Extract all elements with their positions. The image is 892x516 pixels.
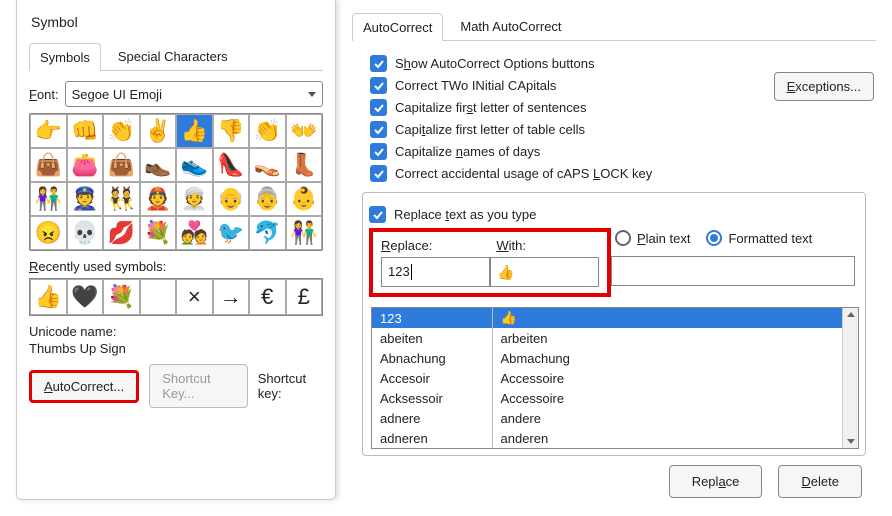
symbol-cell[interactable]: 👶: [286, 182, 323, 216]
checkbox-5[interactable]: [370, 165, 387, 182]
symbol-cell[interactable]: 💑: [176, 216, 213, 250]
symbol-cell[interactable]: 👞: [140, 148, 177, 182]
symbol-cell[interactable]: 👎: [213, 114, 250, 148]
check-label: Capitalize first letter of sentences: [395, 100, 586, 115]
tab-autocorrect[interactable]: AutoCorrect: [352, 13, 443, 41]
font-value: Segoe UI Emoji: [72, 87, 162, 102]
recent-cell[interactable]: [140, 279, 177, 315]
radio-plain-text[interactable]: [615, 230, 631, 246]
symbol-cell[interactable]: 👍: [176, 114, 213, 148]
symbol-cell[interactable]: 👲: [140, 182, 177, 216]
autocorrect-table[interactable]: 123👍abeitenarbeitenAbnachungAbmachungAcc…: [371, 307, 859, 449]
table-row[interactable]: AcksessoirAccessoire: [372, 388, 858, 408]
with-input[interactable]: 👍: [490, 257, 599, 287]
recent-cell[interactable]: £: [286, 279, 323, 315]
exceptions-button[interactable]: Exceptions...: [774, 72, 874, 101]
check-label: Correct TWo INitial CApitals: [395, 78, 556, 93]
symbol-cell[interactable]: 👊: [67, 114, 104, 148]
recent-cell[interactable]: →: [213, 279, 250, 315]
symbol-cell[interactable]: 👵: [249, 182, 286, 216]
symbol-cell[interactable]: 👟: [176, 148, 213, 182]
symbol-cell[interactable]: 👏: [249, 114, 286, 148]
checkbox-1[interactable]: [370, 77, 387, 94]
symbol-cell[interactable]: 👫: [286, 216, 323, 250]
symbol-cell[interactable]: 👢: [286, 148, 323, 182]
replace-input[interactable]: 123: [381, 257, 490, 287]
symbol-cell[interactable]: 👳: [176, 182, 213, 216]
check-label: Capitalize names of days: [395, 144, 540, 159]
symbol-cell[interactable]: 👐: [286, 114, 323, 148]
symbol-grid[interactable]: 👉👊👏✌👍👎👏👐👜👛👜👞👟👠👡👢👫👮👯👲👳👴👵👶😠💀💋💐💑🐦🐬👫: [29, 113, 323, 251]
table-row[interactable]: adnereandere: [372, 408, 858, 428]
symbol-cell[interactable]: 👡: [249, 148, 286, 182]
replace-label: Replace:: [381, 238, 432, 253]
table-row[interactable]: AccesoirAccessoire: [372, 368, 858, 388]
shortcut-key-label: Shortcut key:: [258, 371, 323, 401]
tab-symbols[interactable]: Symbols: [29, 43, 101, 71]
check-label: Correct accidental usage of cAPS LOCK ke…: [395, 166, 652, 181]
with-input-extended[interactable]: [611, 256, 855, 286]
shortcut-key-button[interactable]: Shortcut Key...: [149, 364, 248, 408]
checkbox-0[interactable]: [370, 55, 387, 72]
replace-with-highlight: Replace: With: 123 👍: [369, 228, 611, 297]
replace-text-label: Replace text as you type: [394, 207, 536, 222]
formatted-text-label: Formatted text: [728, 231, 812, 246]
scrollbar[interactable]: [842, 308, 858, 448]
delete-button[interactable]: Delete: [778, 465, 862, 498]
recent-cell[interactable]: ×: [176, 279, 213, 315]
with-label: With:: [496, 238, 526, 253]
replace-button[interactable]: Replace: [669, 465, 763, 498]
radio-formatted-text[interactable]: [706, 230, 722, 246]
unicode-name: Thumbs Up Sign: [29, 341, 323, 356]
symbol-cell[interactable]: ✌: [140, 114, 177, 148]
symbol-cell[interactable]: 👫: [30, 182, 67, 216]
font-select[interactable]: Segoe UI Emoji: [65, 81, 323, 107]
symbol-dialog: Symbol Symbols Special Characters Font: …: [16, 0, 336, 500]
symbol-cell[interactable]: 💋: [103, 216, 140, 250]
symbol-cell[interactable]: 👴: [213, 182, 250, 216]
recent-cell[interactable]: 👍: [30, 279, 67, 315]
checkbox-3[interactable]: [370, 121, 387, 138]
symbol-cell[interactable]: 💀: [67, 216, 104, 250]
font-label: Font:: [29, 87, 59, 102]
tab-math-autocorrect[interactable]: Math AutoCorrect: [449, 12, 572, 40]
symbol-cell[interactable]: 🐦: [213, 216, 250, 250]
recent-cell[interactable]: 💐: [103, 279, 140, 315]
recent-cell[interactable]: 🖤: [67, 279, 104, 315]
table-row[interactable]: AbnachungAbmachung: [372, 348, 858, 368]
table-row[interactable]: 123👍: [372, 308, 858, 328]
symbol-cell[interactable]: 👜: [30, 148, 67, 182]
table-row[interactable]: adnerenanderen: [372, 428, 858, 448]
symbol-cell[interactable]: 💐: [140, 216, 177, 250]
chevron-down-icon: [308, 92, 316, 97]
symbol-cell[interactable]: 👛: [67, 148, 104, 182]
recent-label: Recently used symbols:: [29, 259, 323, 274]
checkbox-2[interactable]: [370, 99, 387, 116]
autocorrect-button[interactable]: AutoCorrect...: [29, 370, 139, 403]
unicode-label: Unicode name:: [29, 324, 323, 339]
symbol-cell[interactable]: 👜: [103, 148, 140, 182]
symbol-cell[interactable]: 👯: [103, 182, 140, 216]
symbol-cell[interactable]: 😠: [30, 216, 67, 250]
recent-cell[interactable]: €: [249, 279, 286, 315]
check-label: Capitalize first letter of table cells: [395, 122, 585, 137]
symbol-cell[interactable]: 👏: [103, 114, 140, 148]
symbol-cell[interactable]: 🐬: [249, 216, 286, 250]
replace-fieldset: Replace text as you type Replace: With: …: [362, 192, 866, 456]
symbol-cell[interactable]: 👉: [30, 114, 67, 148]
symbol-cell[interactable]: 👠: [213, 148, 250, 182]
table-row[interactable]: abeitenarbeiten: [372, 328, 858, 348]
checkbox-replace-text[interactable]: [369, 206, 386, 223]
autocorrect-tabs: AutoCorrect Math AutoCorrect: [352, 12, 876, 41]
check-label: Show AutoCorrect Options buttons: [395, 56, 594, 71]
plain-text-label: Plain text: [637, 231, 690, 246]
checkbox-4[interactable]: [370, 143, 387, 160]
recent-symbols[interactable]: 👍🖤💐 ×→€£: [29, 278, 323, 316]
dialog-title: Symbol: [29, 8, 323, 42]
tab-special-characters[interactable]: Special Characters: [107, 42, 239, 70]
symbol-cell[interactable]: 👮: [67, 182, 104, 216]
autocorrect-dialog: AutoCorrect Math AutoCorrect Show AutoCo…: [340, 0, 888, 516]
symbol-tabs: Symbols Special Characters: [29, 42, 323, 71]
